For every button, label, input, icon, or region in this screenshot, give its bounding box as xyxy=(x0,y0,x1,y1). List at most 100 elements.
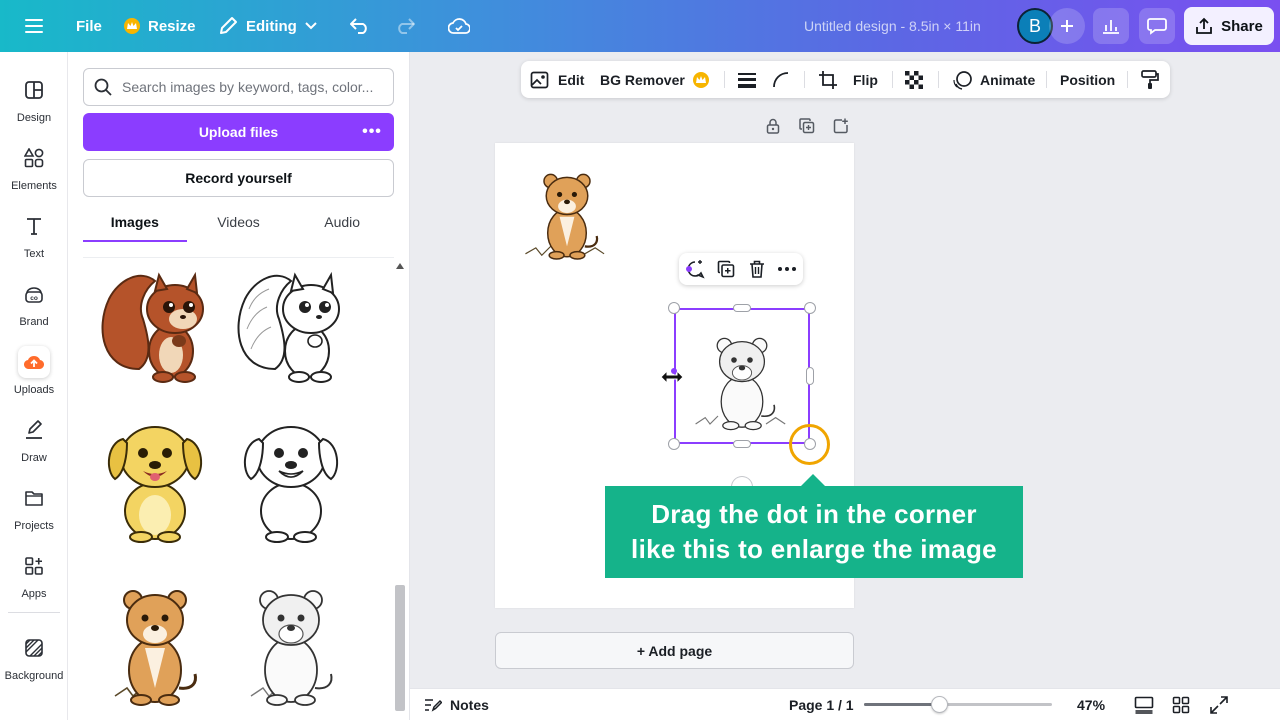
share-button[interactable]: Share xyxy=(1184,7,1274,45)
tab-audio[interactable]: Audio xyxy=(290,210,394,242)
zoom-percentage[interactable]: 47% xyxy=(1077,689,1105,720)
resize-handle-top-left[interactable] xyxy=(668,302,680,314)
rail-item-background[interactable]: Background xyxy=(0,632,68,682)
rail-divider xyxy=(8,612,60,613)
selected-image-frame[interactable] xyxy=(674,308,810,444)
image-edit-icon xyxy=(530,71,549,88)
panel-scrollbar[interactable] xyxy=(394,257,406,720)
media-tabs: Images Videos Audio xyxy=(83,210,394,242)
cub-color-thumbnail[interactable] xyxy=(93,578,217,708)
delete-element-button[interactable] xyxy=(747,259,767,279)
page-indicator[interactable]: Page 1 / 1 xyxy=(789,689,854,720)
duplicate-element-button[interactable] xyxy=(716,259,736,279)
redo-icon xyxy=(398,18,415,34)
border-style-button[interactable] xyxy=(737,61,757,98)
crown-icon xyxy=(124,18,140,34)
notes-icon xyxy=(425,699,442,712)
uploads-panel: Upload files ••• Record yourself Images … xyxy=(68,52,410,720)
squirrel-color-thumbnail[interactable] xyxy=(93,258,217,388)
zoom-slider[interactable] xyxy=(864,696,1052,713)
canvas-cub-outline-image[interactable] xyxy=(688,328,796,432)
rail-item-brand[interactable]: co Brand xyxy=(0,278,68,328)
crop-button[interactable] xyxy=(818,61,838,98)
pencil-icon xyxy=(220,17,237,34)
grid-view-button[interactable] xyxy=(1172,689,1190,720)
add-page-button[interactable]: + Add page xyxy=(495,632,854,669)
flip-button[interactable]: Flip xyxy=(853,61,878,98)
expand-icon xyxy=(1210,696,1228,714)
pages-view-button[interactable] xyxy=(1134,689,1154,720)
puppy-color-thumbnail[interactable] xyxy=(93,413,217,543)
menu-icon[interactable] xyxy=(17,9,51,43)
left-rail: Design Elements Text co Brand Uploads Dr… xyxy=(0,52,68,720)
editing-mode-button[interactable]: Editing xyxy=(218,0,317,52)
comments-button[interactable] xyxy=(1139,8,1175,44)
tab-videos[interactable]: Videos xyxy=(187,210,291,242)
document-title[interactable]: Untitled design - 8.5in × 11in xyxy=(804,0,981,52)
file-menu[interactable]: File xyxy=(76,0,102,52)
record-yourself-button[interactable]: Record yourself xyxy=(83,159,394,197)
rail-item-apps[interactable]: Apps xyxy=(0,550,68,600)
images-grid xyxy=(83,257,394,720)
resize-button[interactable]: Resize xyxy=(124,0,196,52)
corner-rounding-button[interactable] xyxy=(772,61,790,98)
search-input[interactable] xyxy=(122,79,382,95)
tab-images[interactable]: Images xyxy=(83,210,187,242)
invite-button[interactable] xyxy=(1049,8,1085,44)
bg-remover-button[interactable]: BG Remover xyxy=(600,61,709,98)
rail-item-text[interactable]: Text xyxy=(0,210,68,260)
resize-handle-top-right[interactable] xyxy=(804,302,816,314)
more-element-options-button[interactable] xyxy=(777,259,797,279)
zoom-slider-fill xyxy=(864,703,939,706)
squirrel-outline-thumbnail[interactable] xyxy=(229,258,353,388)
rail-item-design[interactable]: Design xyxy=(0,74,68,124)
rail-item-draw[interactable]: Draw xyxy=(0,414,68,464)
rail-label-elements: Elements xyxy=(11,180,57,192)
notes-button[interactable]: Notes xyxy=(424,689,489,720)
grid-view-icon xyxy=(1172,696,1190,714)
resize-handle-bottom[interactable] xyxy=(733,440,751,448)
scroll-up-arrow-icon[interactable] xyxy=(396,263,404,269)
edit-image-button[interactable]: Edit xyxy=(530,61,584,98)
rail-label-projects: Projects xyxy=(14,520,54,532)
resize-handle-top[interactable] xyxy=(733,304,751,312)
more-options-icon[interactable]: ••• xyxy=(360,120,384,144)
resize-handle-bottom-left[interactable] xyxy=(668,438,680,450)
callout-line-2: like this to enlarge the image xyxy=(631,534,997,564)
canvas-cub-color-image[interactable] xyxy=(521,163,613,263)
magic-edit-button[interactable] xyxy=(685,259,705,279)
scrollbar-thumb[interactable] xyxy=(395,585,405,711)
image-context-toolbar: Edit BG Remover Flip Animate Position xyxy=(521,61,1170,98)
redo-button[interactable] xyxy=(388,9,422,43)
flip-label: Flip xyxy=(853,71,878,88)
avatar[interactable]: B xyxy=(1017,8,1053,44)
rail-item-projects[interactable]: Projects xyxy=(0,482,68,532)
rail-label-design: Design xyxy=(16,112,52,124)
duplicate-page-button[interactable] xyxy=(797,116,817,136)
insights-button[interactable] xyxy=(1093,8,1129,44)
background-icon xyxy=(18,632,50,664)
upload-files-button[interactable]: Upload files ••• xyxy=(83,113,394,151)
undo-button[interactable] xyxy=(343,9,377,43)
cub-outline-thumbnail[interactable] xyxy=(229,578,353,708)
transparency-button[interactable] xyxy=(905,61,923,98)
edit-label: Edit xyxy=(558,71,585,88)
animate-button[interactable]: Animate xyxy=(952,61,1035,98)
element-floating-toolbar xyxy=(679,253,803,285)
zoom-slider-knob[interactable] xyxy=(931,696,948,713)
copy-style-button[interactable] xyxy=(1141,61,1159,98)
animate-icon xyxy=(953,70,972,90)
add-page-icon-button[interactable] xyxy=(831,116,851,136)
duplicate-icon xyxy=(717,260,735,278)
cloud-saved-button[interactable] xyxy=(442,9,476,43)
position-button[interactable]: Position xyxy=(1060,61,1115,98)
lock-page-button[interactable] xyxy=(763,116,783,136)
fullscreen-button[interactable] xyxy=(1210,689,1228,720)
horizontal-resize-cursor-icon xyxy=(660,368,684,385)
rail-item-elements[interactable]: Elements xyxy=(0,142,68,192)
puppy-outline-thumbnail[interactable] xyxy=(229,413,353,543)
rail-item-uploads[interactable]: Uploads xyxy=(0,346,68,396)
corner-radius-icon xyxy=(773,71,789,87)
search-box[interactable] xyxy=(83,68,394,106)
resize-handle-right[interactable] xyxy=(806,367,814,385)
